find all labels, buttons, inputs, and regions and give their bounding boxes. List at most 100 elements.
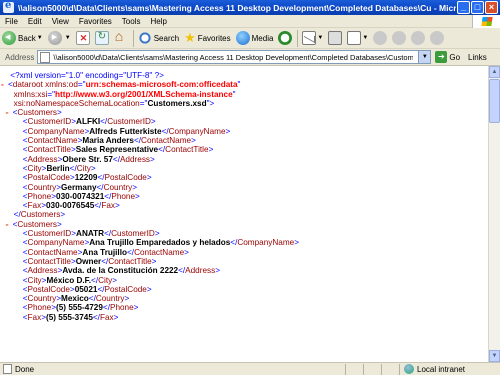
page-icon — [3, 364, 12, 374]
xml-document-view: <?xml version="1.0" encoding="UTF-8" ?> … — [0, 66, 488, 362]
edit-button[interactable]: ▼ — [345, 29, 370, 48]
intranet-icon — [404, 364, 414, 374]
mail-icon — [302, 31, 317, 45]
go-button[interactable]: ➔ Go — [435, 51, 460, 63]
forward-button[interactable]: ▼ — [46, 29, 73, 48]
star-icon: ★ — [184, 30, 196, 45]
address-url[interactable]: \\alison5000\d\Data\Clients\sams\Masteri… — [53, 53, 413, 62]
links-button[interactable]: Links — [468, 53, 487, 62]
address-label: Address — [5, 52, 35, 62]
collapse-toggle[interactable]: - — [5, 220, 13, 229]
windows-logo-icon — [472, 15, 500, 28]
xml-field: <PostalCode>12209</PostalCode> — [22, 173, 152, 183]
xml-field: <Phone>030-0074321</Phone> — [22, 191, 140, 201]
xml-record-open: - <Customers> — [4, 108, 62, 118]
back-button[interactable]: Back ▼ — [0, 29, 45, 48]
status-segment — [381, 363, 399, 375]
maximize-button[interactable]: □ — [471, 1, 484, 14]
scroll-thumb[interactable] — [489, 79, 500, 123]
scroll-up-button[interactable]: ▲ — [489, 66, 500, 78]
printer-icon — [328, 31, 343, 45]
xml-field: <Country>Germany</Country> — [22, 182, 138, 192]
history-button[interactable] — [276, 29, 294, 48]
menu-favorites[interactable]: Favorites — [74, 17, 117, 26]
favorites-label: Favorites — [197, 33, 231, 43]
status-segment — [345, 363, 363, 375]
address-input[interactable]: \\alison5000\d\Data\Clients\sams\Masteri… — [37, 50, 432, 64]
media-label: Media — [251, 33, 274, 43]
go-label: Go — [449, 52, 461, 62]
xml-field: <City>Berlin</City> — [22, 163, 96, 173]
page-icon — [40, 51, 51, 63]
xml-record-close: </Customers> — [13, 210, 66, 220]
window-title: \\alison5000\d\Data\Clients\sams\Masteri… — [18, 2, 456, 13]
history-icon — [278, 31, 293, 45]
zone-label: Local intranet — [417, 364, 466, 374]
xml-record-open: - <Customers> — [4, 219, 62, 229]
print-button[interactable] — [326, 29, 344, 48]
menu-tools[interactable]: Tools — [117, 17, 146, 26]
xml-field: <ContactTitle>Owner</ContactTitle> — [22, 256, 157, 266]
menu-edit[interactable]: Edit — [23, 17, 47, 26]
messenger-icon — [392, 31, 407, 45]
xml-field: <PostalCode>05021</PostalCode> — [22, 284, 152, 294]
close-button[interactable]: × — [485, 1, 498, 14]
menu-help[interactable]: Help — [145, 17, 171, 26]
xml-field: <CompanyName>Ana Trujillo Emparedados y … — [22, 238, 300, 248]
xml-field: <Address>Obere Str. 57</Address> — [22, 154, 155, 164]
xml-attr-line: xmlns:xsi="http://www.w3.org/2001/XMLSch… — [13, 89, 236, 99]
search-label: Search — [153, 33, 180, 43]
chevron-down-icon[interactable]: ▼ — [317, 35, 323, 41]
title-bar: \\alison5000\d\Data\Clients\sams\Masteri… — [0, 0, 500, 15]
xml-field: <ContactName>Ana Trujillo</ContactName> — [22, 247, 189, 257]
search-icon — [137, 31, 152, 45]
edit-icon — [347, 31, 362, 45]
refresh-button[interactable] — [93, 29, 111, 48]
research-icon — [411, 31, 426, 45]
xml-field: <CustomerID>ANATR</CustomerID> — [22, 229, 160, 239]
standard-toolbar: Back ▼ ▼ Search ★ Favorites Media ▼ ▼ — [0, 28, 500, 49]
xml-attr-line: xsi:noNamespaceSchemaLocation="Customers… — [13, 98, 215, 108]
discuss-icon — [373, 31, 388, 45]
home-button[interactable] — [112, 28, 130, 48]
discuss-button[interactable] — [371, 29, 389, 48]
menu-file[interactable]: File — [0, 17, 23, 26]
scroll-down-button[interactable]: ▼ — [489, 350, 500, 362]
favorites-button[interactable]: ★ Favorites — [182, 29, 233, 48]
stop-button[interactable] — [74, 29, 92, 48]
window-controls: _ □ × — [457, 1, 498, 14]
status-text: Done — [15, 364, 35, 374]
messenger-button[interactable] — [390, 29, 408, 48]
xml-field: <Fax>(5) 555-3745</Fax> — [22, 312, 119, 322]
chevron-down-icon[interactable]: ▼ — [37, 35, 43, 41]
minimize-button[interactable]: _ — [457, 1, 470, 14]
back-label: Back — [18, 33, 36, 43]
research-button[interactable] — [409, 29, 427, 48]
chevron-down-icon[interactable]: ▼ — [362, 35, 368, 41]
tool-button[interactable] — [428, 29, 446, 48]
xml-declaration: <?xml version="1.0" encoding="UTF-8" ?> — [10, 71, 164, 80]
collapse-toggle[interactable]: - — [0, 80, 8, 89]
vertical-scrollbar[interactable]: ▲ ▼ — [488, 66, 500, 362]
mail-button[interactable]: ▼ — [300, 29, 325, 48]
chevron-down-icon[interactable]: ▼ — [65, 35, 71, 41]
menu-view[interactable]: View — [47, 17, 74, 26]
toolbar-separator — [297, 29, 299, 47]
security-zone: Local intranet — [399, 363, 466, 375]
xml-field: <Phone>(5) 555-4729</Phone> — [22, 303, 139, 313]
xml-field: <ContactTitle>Sales Representative</Cont… — [22, 145, 214, 155]
status-bar: Done Local intranet — [0, 362, 500, 375]
xml-field: <CompanyName>Alfreds Futterkiste</Compan… — [22, 126, 231, 136]
chevron-down-icon[interactable]: ▼ — [418, 51, 431, 63]
forward-arrow-icon — [47, 31, 62, 45]
collapse-toggle[interactable]: - — [5, 108, 13, 117]
xml-field: <CustomerID>ALFKI</CustomerID> — [22, 117, 156, 127]
xml-field: <Country>Mexico</Country> — [22, 294, 130, 304]
media-icon — [235, 31, 250, 45]
home-icon — [114, 28, 128, 45]
xml-field: <City>México D.F.</City> — [22, 275, 118, 285]
search-button[interactable]: Search — [136, 29, 181, 48]
back-arrow-icon — [2, 31, 16, 45]
media-button[interactable]: Media — [234, 29, 276, 48]
stop-icon — [75, 31, 90, 45]
